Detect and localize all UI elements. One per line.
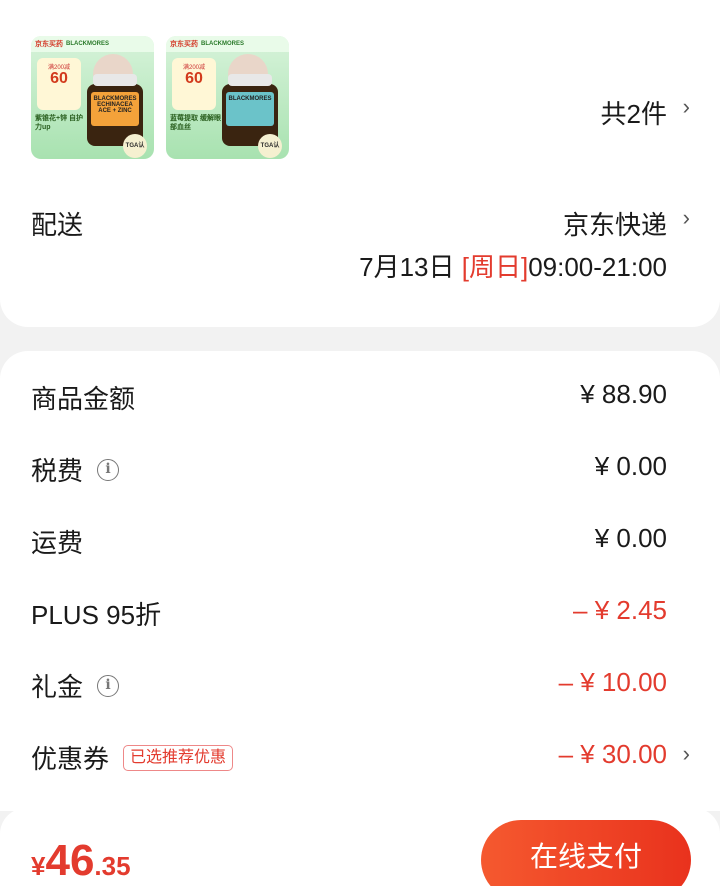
chevron-right-icon[interactable]: › — [683, 205, 690, 231]
price-breakdown-card: 商品金额 ¥ 88.90 税费 i ¥ 0.00 运费 ¥ 0.00 PLUS … — [0, 351, 720, 811]
price-row-subtotal: 商品金额 ¥ 88.90 — [0, 379, 720, 419]
order-total: ¥46.35 — [31, 836, 131, 886]
order-summary-card: 京东买药 BLACKMORES 满200减 60 紫锥花+锌 自护力up BLA… — [0, 0, 720, 327]
store-logo: 京东买药 — [35, 41, 63, 48]
info-icon[interactable]: i — [97, 674, 120, 697]
coupon-badge: 已选推荐优惠 — [123, 744, 234, 771]
certification-seal: TGA认证 — [258, 134, 282, 158]
bottle-cap — [93, 74, 137, 86]
delivery-time: 09:00-21:00 — [528, 252, 667, 282]
price-value: ¥ 0.00 — [594, 451, 667, 481]
info-icon[interactable]: i — [97, 458, 120, 481]
price-value: – ¥ 30.00 — [558, 739, 667, 769]
price-row-coupon[interactable]: 优惠券 已选推荐优惠 – ¥ 30.00 › — [0, 739, 720, 779]
product-caption: 紫锥花+锌 自护力up — [35, 115, 84, 131]
total-integer: 46 — [45, 836, 95, 885]
chevron-right-icon[interactable]: › — [683, 741, 690, 767]
product-thumbnail-1[interactable]: 京东买药 BLACKMORES 满200减 60 紫锥花+锌 自护力up BLA… — [31, 36, 154, 159]
price-label: PLUS 95折 — [31, 600, 162, 630]
delivery-courier[interactable]: 京东快递 — [563, 205, 667, 242]
promo-value: 60 — [185, 70, 203, 87]
total-decimal: .35 — [94, 851, 131, 881]
product-caption: 蓝莓提取 缓解眼部血丝 — [170, 115, 221, 131]
price-row-tax: 税费 i ¥ 0.00 — [0, 451, 720, 491]
price-row-plus-discount: PLUS 95折 – ¥ 2.45 — [0, 595, 720, 635]
store-logo: 京东买药 — [170, 41, 198, 48]
delivery-label: 配送 — [31, 210, 84, 240]
product-thumbnail-2[interactable]: 京东买药 BLACKMORES 满200减 60 蓝莓提取 缓解眼部血丝 BLA… — [166, 36, 289, 159]
price-row-gift-money: 礼金 i – ¥ 10.00 — [0, 667, 720, 707]
bottle-label: BLACKMORES ECHINACEA ACE + ZINC — [91, 92, 139, 126]
brand-tag: BLACKMORES — [66, 41, 109, 47]
pay-online-button[interactable]: 在线支付 — [481, 820, 691, 886]
thumbnail-header: 京东买药 BLACKMORES — [166, 36, 289, 52]
price-value: ¥ 88.90 — [580, 379, 667, 409]
price-value: ¥ 0.00 — [594, 523, 667, 553]
chevron-right-icon[interactable]: › — [683, 94, 690, 120]
price-row-shipping: 运费 ¥ 0.00 — [0, 523, 720, 563]
delivery-date: 7月13日 — [359, 252, 455, 282]
price-label: 税费 — [31, 456, 84, 486]
delivery-day: [周日] — [461, 252, 529, 282]
checkout-bar: ¥46.35 在线支付 — [0, 808, 720, 886]
bottle-cap — [228, 74, 272, 86]
thumbnail-header: 京东买药 BLACKMORES — [31, 36, 154, 52]
price-label: 商品金额 — [31, 384, 136, 414]
promo-badge: 满200减 60 — [172, 58, 216, 110]
delivery-timeslot[interactable]: 7月13日 [周日]09:00-21:00 — [359, 247, 667, 284]
bottle-label: BLACKMORES — [226, 92, 274, 126]
price-label: 运费 — [31, 528, 84, 558]
promo-badge: 满200减 60 — [37, 58, 81, 110]
total-currency: ¥ — [31, 851, 46, 881]
price-value: – ¥ 10.00 — [558, 667, 667, 697]
price-value: – ¥ 2.45 — [573, 595, 667, 625]
price-label: 礼金 — [31, 672, 84, 702]
brand-tag: BLACKMORES — [201, 41, 244, 47]
promo-value: 60 — [50, 70, 68, 87]
price-label: 优惠券 — [31, 744, 110, 774]
certification-seal: TGA认证 — [123, 134, 147, 158]
item-count[interactable]: 共2件 — [601, 94, 667, 131]
